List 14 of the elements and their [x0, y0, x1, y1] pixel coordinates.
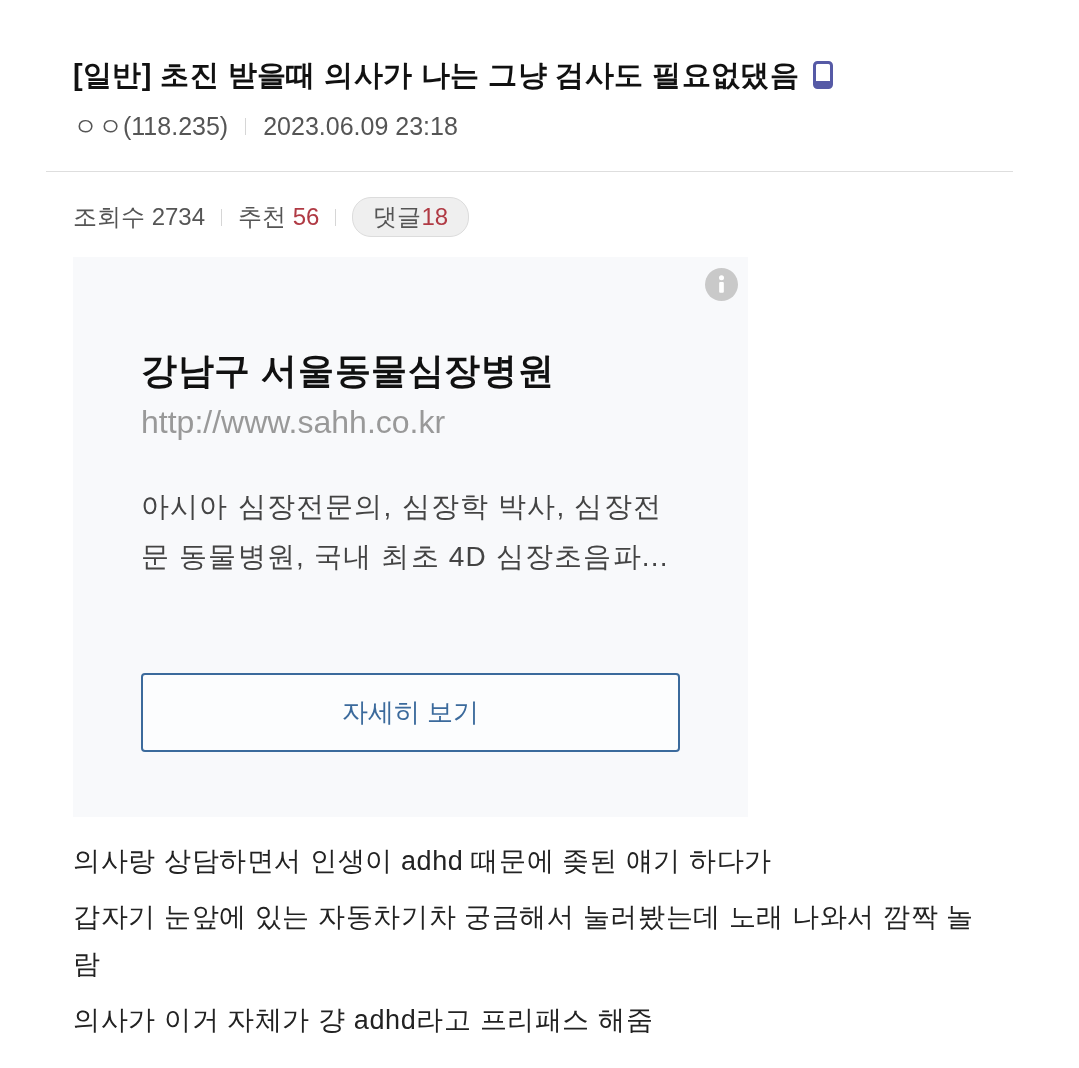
details-button[interactable]: 자세히 보기	[141, 673, 680, 752]
ad-description: 아시아 심장전문의, 심장학 박사, 심장전문 동물병원, 국내 최초 4D 심장초음파...	[141, 490, 670, 574]
post-date: 2023.06.09 23:18	[263, 111, 458, 141]
author-name: ㅇㅇ(118.235)	[73, 111, 229, 141]
body-paragraph: 의사가 이거 자체가 걍 adhd라고 프리패스 해줌	[73, 1004, 655, 1037]
comments-button[interactable]: 댓글18	[352, 197, 470, 237]
body-paragraph: 의사랑 상담하면서 인생이 adhd 때문에 좆된 얘기 하다가	[73, 845, 773, 878]
info-icon[interactable]	[705, 268, 738, 301]
ad-url: http://www.sahh.co.kr	[141, 403, 447, 442]
stat-label: 추천 56	[238, 202, 320, 232]
post-title: [일반] 초진 받을때 의사가 나는 그냥 검사도 필요없댔음	[73, 58, 800, 93]
body-paragraph: 갑자기 눈앞에 있는 자동차기차 궁금해서 눌러봤는데 노래 나와서 깜짝 놀람	[73, 901, 975, 981]
stat-label: 조회수 2734	[73, 202, 206, 232]
ad-title: 강남구 서울동물심장병원	[141, 349, 556, 393]
